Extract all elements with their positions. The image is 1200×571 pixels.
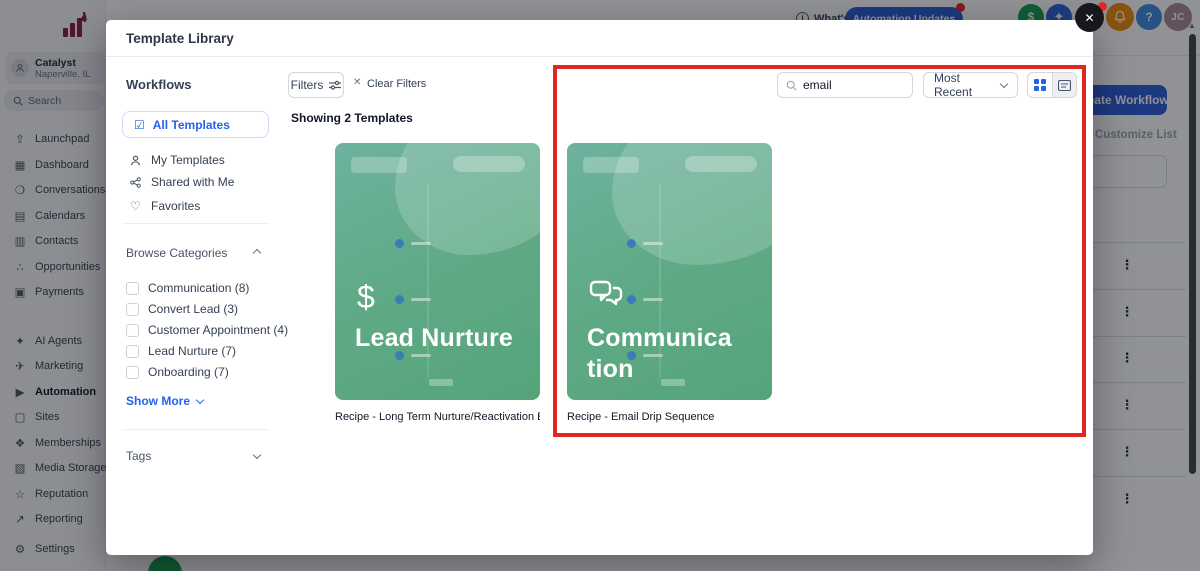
category-onboarding[interactable]: Onboarding (7) bbox=[126, 364, 229, 380]
nav-label: Favorites bbox=[151, 199, 201, 213]
chevron-up-icon[interactable] bbox=[252, 248, 262, 258]
grid-view-button[interactable] bbox=[1028, 73, 1052, 97]
template-search-input[interactable] bbox=[803, 78, 903, 92]
results-count: Showing 2 Templates bbox=[291, 111, 413, 125]
heart-icon: ♡ bbox=[130, 199, 141, 213]
modal-close-button[interactable]: ✕ bbox=[1075, 3, 1104, 32]
card-title: Communication bbox=[587, 324, 732, 383]
clear-filters-link[interactable]: Clear Filters bbox=[367, 78, 426, 90]
show-more-label: Show More bbox=[126, 394, 191, 408]
template-card-communication[interactable]: Communication Recipe - Email Drip Sequen… bbox=[567, 143, 772, 423]
checkbox[interactable] bbox=[126, 323, 139, 337]
sort-dropdown[interactable]: Most Recent bbox=[923, 71, 1018, 99]
browse-categories-label[interactable]: Browse Categories bbox=[126, 246, 227, 260]
decor bbox=[395, 239, 431, 248]
dollar-icon: $ bbox=[357, 279, 375, 315]
sliders-icon bbox=[329, 80, 342, 90]
category-label: Convert Lead (3) bbox=[148, 302, 239, 316]
tags-label[interactable]: Tags bbox=[126, 449, 151, 463]
workflows-heading: Workflows bbox=[126, 77, 192, 92]
nav-all-templates[interactable]: ☑ All Templates bbox=[122, 111, 269, 138]
decor bbox=[429, 379, 453, 386]
nav-my-templates[interactable]: My Templates bbox=[130, 150, 225, 170]
checkbox[interactable] bbox=[126, 344, 139, 358]
clear-x-icon[interactable]: ✕ bbox=[353, 77, 361, 88]
chevron-down-icon bbox=[195, 395, 205, 404]
nav-favorites[interactable]: ♡ Favorites bbox=[130, 196, 200, 216]
category-customer-appointment[interactable]: Customer Appointment (4) bbox=[126, 322, 288, 338]
list-view-button[interactable] bbox=[1051, 73, 1076, 97]
checkbox[interactable] bbox=[126, 365, 139, 379]
template-search-box[interactable] bbox=[777, 72, 913, 98]
checkbox[interactable] bbox=[126, 302, 139, 316]
category-convert-lead[interactable]: Convert Lead (3) bbox=[126, 301, 238, 317]
chevron-down-icon[interactable] bbox=[252, 450, 262, 460]
chat-bubbles-icon bbox=[589, 280, 623, 310]
category-label: Lead Nurture (7) bbox=[148, 344, 237, 358]
template-card-cover[interactable]: Communication bbox=[567, 143, 772, 400]
template-card-cover[interactable]: $ Lead Nurture bbox=[335, 143, 540, 400]
decor bbox=[627, 295, 663, 304]
view-toggle bbox=[1027, 72, 1077, 98]
sort-value: Most Recent bbox=[934, 71, 973, 99]
header-divider bbox=[106, 56, 1093, 57]
card-title: Lead Nurture bbox=[355, 324, 513, 352]
nav-shared-with-me[interactable]: Shared with Me bbox=[130, 172, 234, 192]
category-label: Customer Appointment (4) bbox=[148, 323, 289, 337]
nav-label: Shared with Me bbox=[151, 175, 235, 189]
category-label: Communication (8) bbox=[148, 281, 250, 295]
template-card-lead-nurture[interactable]: $ Lead Nurture Recipe - Long Term Nurtur… bbox=[335, 143, 540, 423]
filters-label: Filters bbox=[290, 78, 324, 92]
filters-button[interactable]: Filters bbox=[288, 72, 344, 98]
list-view-icon bbox=[1057, 79, 1071, 91]
show-more-link[interactable]: Show More bbox=[126, 394, 205, 408]
nav-label: My Templates bbox=[151, 153, 225, 167]
template-library-modal: Template Library Workflows ☑ All Templat… bbox=[106, 20, 1093, 555]
chevron-down-icon bbox=[999, 79, 1009, 88]
search-icon bbox=[786, 80, 797, 91]
person-icon bbox=[130, 155, 143, 166]
nav-label: All Templates bbox=[152, 117, 230, 132]
category-label: Onboarding (7) bbox=[148, 365, 229, 379]
checkbox-checked-icon: ☑ bbox=[134, 117, 145, 132]
checkbox[interactable] bbox=[126, 281, 139, 295]
card-caption[interactable]: Recipe - Long Term Nurture/Reactivation … bbox=[335, 411, 540, 423]
category-lead-nurture[interactable]: Lead Nurture (7) bbox=[126, 343, 236, 359]
panel-divider bbox=[122, 429, 269, 430]
decor bbox=[395, 295, 431, 304]
modal-title: Template Library bbox=[126, 31, 234, 46]
decor bbox=[627, 239, 663, 248]
screen: i What's New Automation Updates $ ✦ ? JC bbox=[0, 0, 1200, 571]
grid-view-icon bbox=[1033, 79, 1046, 91]
category-communication[interactable]: Communication (8) bbox=[126, 280, 249, 296]
panel-divider bbox=[122, 223, 269, 224]
card-caption[interactable]: Recipe - Email Drip Sequence bbox=[567, 411, 772, 423]
share-icon bbox=[130, 176, 143, 188]
